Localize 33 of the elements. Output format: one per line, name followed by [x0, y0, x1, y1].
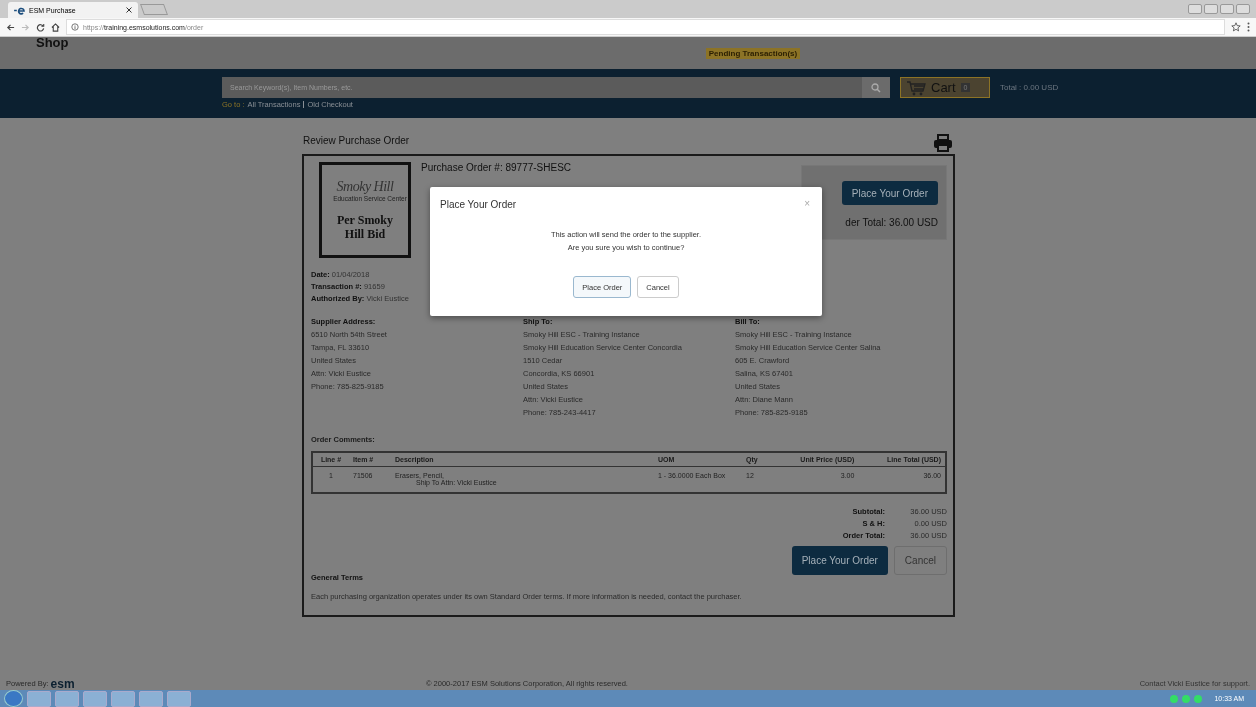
taskbar-app-icon[interactable]: [139, 690, 163, 707]
home-icon[interactable]: [51, 22, 60, 32]
info-icon[interactable]: [71, 23, 79, 31]
po-number: Purchase Order #: 89777-SHESC: [421, 162, 572, 173]
start-button[interactable]: [4, 690, 23, 707]
bid-note-text: Per Smoky Hill Bid: [335, 213, 395, 242]
taskbar-app-icon[interactable]: [27, 690, 51, 707]
site-icon: [14, 5, 25, 15]
taskbar-app-icon[interactable]: [55, 690, 79, 707]
order-total: der Total: 36.00 USD: [845, 217, 938, 228]
cancel-button[interactable]: Cancel: [893, 546, 947, 575]
place-order-button[interactable]: Place Your Order: [841, 181, 938, 205]
forward-icon[interactable]: [21, 22, 30, 32]
taskbar-app-icon[interactable]: [167, 690, 191, 707]
page-title: Review Purchase Order: [303, 135, 410, 146]
taskbar-app-icon[interactable]: [111, 690, 135, 707]
place-order-button[interactable]: Place Your Order: [791, 546, 888, 575]
cart-icon: [906, 79, 926, 96]
new-tab-button[interactable]: [140, 4, 168, 15]
dialog-title: Place Your Order: [440, 199, 517, 210]
printer-icon[interactable]: [933, 134, 953, 152]
search-button[interactable]: [862, 77, 890, 98]
brand-logo: esm: [50, 677, 75, 690]
menu-icon[interactable]: [1247, 22, 1250, 32]
back-icon[interactable]: [6, 22, 15, 32]
search-icon: [871, 82, 881, 93]
reload-icon[interactable]: [36, 22, 45, 32]
page-heading: Shop: [36, 35, 69, 50]
cart-total: Total : 0.00 USD: [1000, 83, 1059, 92]
taskbar-app-icon[interactable]: [83, 690, 107, 707]
logo-text: Smoky Hill: [336, 178, 394, 195]
bookmark-star-icon[interactable]: [1231, 22, 1241, 32]
pending-transactions-badge[interactable]: Pending Transaction(s): [705, 48, 801, 59]
